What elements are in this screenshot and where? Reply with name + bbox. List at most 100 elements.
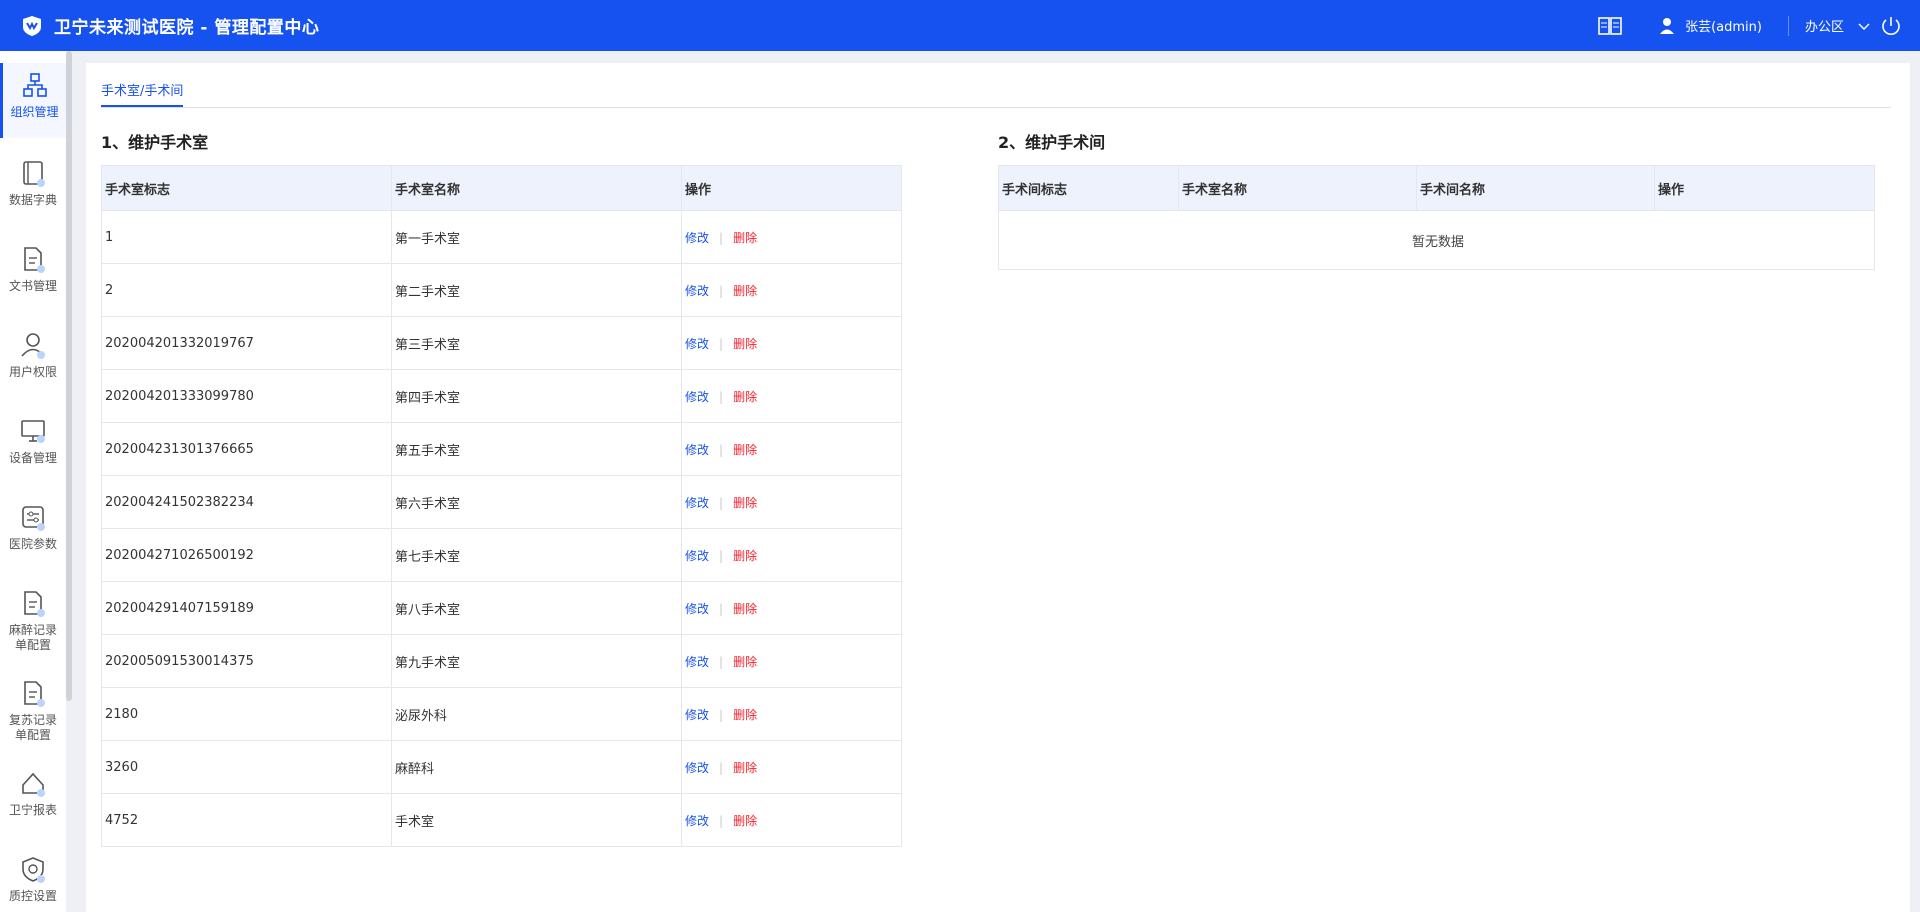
delete-link[interactable]: 删除	[733, 761, 757, 775]
action-separator: |	[719, 548, 724, 563]
delete-link[interactable]: 删除	[733, 337, 757, 351]
room-id-cell: 4752	[101, 793, 392, 847]
column-header: 操作	[681, 165, 902, 211]
delete-link[interactable]: 删除	[733, 655, 757, 669]
delete-link[interactable]: 删除	[733, 284, 757, 298]
edit-link[interactable]: 修改	[685, 443, 709, 457]
document-icon	[24, 247, 45, 273]
sidebar: 组织管理 数据字典 文书管理 用户权限 设备管理 医院参数 麻醉记录单配置 复苏…	[0, 51, 66, 912]
actions-cell: 修改 | 删除	[681, 263, 902, 317]
action-separator: |	[719, 654, 724, 669]
sidebar-item-documents[interactable]: 文书管理	[0, 245, 66, 294]
room-id-cell: 2	[101, 263, 392, 317]
delete-link[interactable]: 删除	[733, 390, 757, 404]
book-icon	[23, 161, 45, 187]
sidebar-item-user-permissions[interactable]: 用户权限	[0, 331, 66, 380]
tab-divider	[101, 107, 1891, 108]
table-row: 202004241502382234 第六手术室 修改 | 删除	[101, 475, 902, 529]
table-row: 202004291407159189 第八手术室 修改 | 删除	[101, 581, 902, 635]
sidebar-item-label: 数据字典	[8, 193, 57, 207]
actions-cell: 修改 | 删除	[681, 528, 902, 582]
manual-book-icon[interactable]	[1597, 15, 1623, 37]
column-header: 手术室名称	[1178, 165, 1417, 211]
sidebar-item-recovery-record[interactable]: 复苏记录单配置	[0, 679, 66, 743]
power-icon[interactable]	[1880, 15, 1902, 37]
edit-link[interactable]: 修改	[685, 602, 709, 616]
sidebar-item-label: 用户权限	[8, 365, 57, 379]
sidebar-item-hospital-params[interactable]: 医院参数	[0, 503, 66, 552]
action-separator: |	[719, 707, 724, 722]
sidebar-item-reports[interactable]: 卫宁报表	[0, 769, 66, 818]
tab-operating-rooms[interactable]: 手术室/手术间	[101, 80, 184, 107]
room-name-cell: 手术室	[391, 793, 682, 847]
actions-cell: 修改 | 删除	[681, 210, 902, 264]
actions-cell: 修改 | 删除	[681, 475, 902, 529]
sidebar-item-dictionary[interactable]: 数据字典	[0, 159, 66, 208]
operating-suite-table: 手术间标志 手术室名称 手术间名称 操作 暂无数据	[998, 165, 1875, 270]
delete-link[interactable]: 删除	[733, 708, 757, 722]
room-id-cell: 2180	[101, 687, 392, 741]
column-header: 操作	[1654, 165, 1875, 211]
chevron-down-icon[interactable]	[1858, 20, 1870, 32]
delete-link[interactable]: 删除	[733, 602, 757, 616]
delete-link[interactable]: 删除	[733, 549, 757, 563]
table-row: 202005091530014375 第九手术室 修改 | 删除	[101, 634, 902, 688]
edit-link[interactable]: 修改	[685, 496, 709, 510]
top-header: 卫宁未来测试医院 - 管理配置中心 张芸(admin) 办公区	[0, 0, 1920, 51]
sidebar-item-label: 质控设置	[8, 889, 57, 903]
table-row: 1 第一手术室 修改 | 删除	[101, 210, 902, 264]
user-name: 张芸(admin)	[1685, 20, 1762, 35]
action-separator: |	[719, 442, 724, 457]
sidebar-item-label: 复苏记录单配置	[8, 713, 57, 742]
edit-link[interactable]: 修改	[685, 284, 709, 298]
table-row: 2180 泌尿外科 修改 | 删除	[101, 687, 902, 741]
area-selector[interactable]: 办公区	[1805, 16, 1844, 35]
actions-cell: 修改 | 删除	[681, 687, 902, 741]
column-header: 手术间名称	[1416, 165, 1655, 211]
sidebar-item-anesthesia-record[interactable]: 麻醉记录单配置	[0, 589, 66, 653]
table-row: 202004201333099780 第四手术室 修改 | 删除	[101, 369, 902, 423]
room-id-cell: 202004291407159189	[101, 581, 392, 635]
room-id-cell: 202004201333099780	[101, 369, 392, 423]
actions-cell: 修改 | 删除	[681, 793, 902, 847]
edit-link[interactable]: 修改	[685, 549, 709, 563]
edit-link[interactable]: 修改	[685, 708, 709, 722]
delete-link[interactable]: 删除	[733, 814, 757, 828]
sidebar-scrollbar[interactable]	[66, 51, 72, 701]
table-row: 3260 麻醉科 修改 | 删除	[101, 740, 902, 794]
org-icon	[22, 73, 47, 97]
main-panel: 手术室/手术间 1、维护手术室 手术室标志 手术室名称 操作 1 第一手术室 修改 |…	[86, 63, 1910, 912]
sidebar-item-label: 麻醉记录单配置	[8, 623, 57, 652]
room-name-cell: 第九手术室	[391, 634, 682, 688]
edit-link[interactable]: 修改	[685, 337, 709, 351]
settings-panel-icon	[22, 506, 45, 531]
room-name-cell: 第四手术室	[391, 369, 682, 423]
hospital-logo-icon	[20, 14, 44, 38]
delete-link[interactable]: 删除	[733, 496, 757, 510]
delete-link[interactable]: 删除	[733, 443, 757, 457]
edit-link[interactable]: 修改	[685, 655, 709, 669]
user-icon	[21, 333, 45, 359]
delete-link[interactable]: 删除	[733, 231, 757, 245]
sidebar-item-label: 设备管理	[8, 451, 57, 465]
room-name-cell: 泌尿外科	[391, 687, 682, 741]
room-name-cell: 麻醉科	[391, 740, 682, 794]
table-row: 4752 手术室 修改 | 删除	[101, 793, 902, 847]
edit-link[interactable]: 修改	[685, 231, 709, 245]
report-icon	[22, 772, 45, 797]
sidebar-item-quality-control[interactable]: 质控设置	[0, 855, 66, 904]
actions-cell: 修改 | 删除	[681, 422, 902, 476]
user-menu[interactable]: 张芸(admin)	[1659, 16, 1762, 35]
sidebar-item-org[interactable]: 组织管理	[0, 63, 66, 138]
table-row: 2 第二手术室 修改 | 删除	[101, 263, 902, 317]
room-id-cell: 202005091530014375	[101, 634, 392, 688]
room-id-cell: 202004231301376665	[101, 422, 392, 476]
section-title-operating-suite: 2、维护手术间	[998, 133, 1106, 152]
actions-cell: 修改 | 删除	[681, 316, 902, 370]
sidebar-item-devices[interactable]: 设备管理	[0, 417, 66, 466]
edit-link[interactable]: 修改	[685, 390, 709, 404]
edit-link[interactable]: 修改	[685, 761, 709, 775]
edit-link[interactable]: 修改	[685, 814, 709, 828]
room-name-cell: 第六手术室	[391, 475, 682, 529]
sidebar-item-label: 卫宁报表	[8, 803, 57, 817]
